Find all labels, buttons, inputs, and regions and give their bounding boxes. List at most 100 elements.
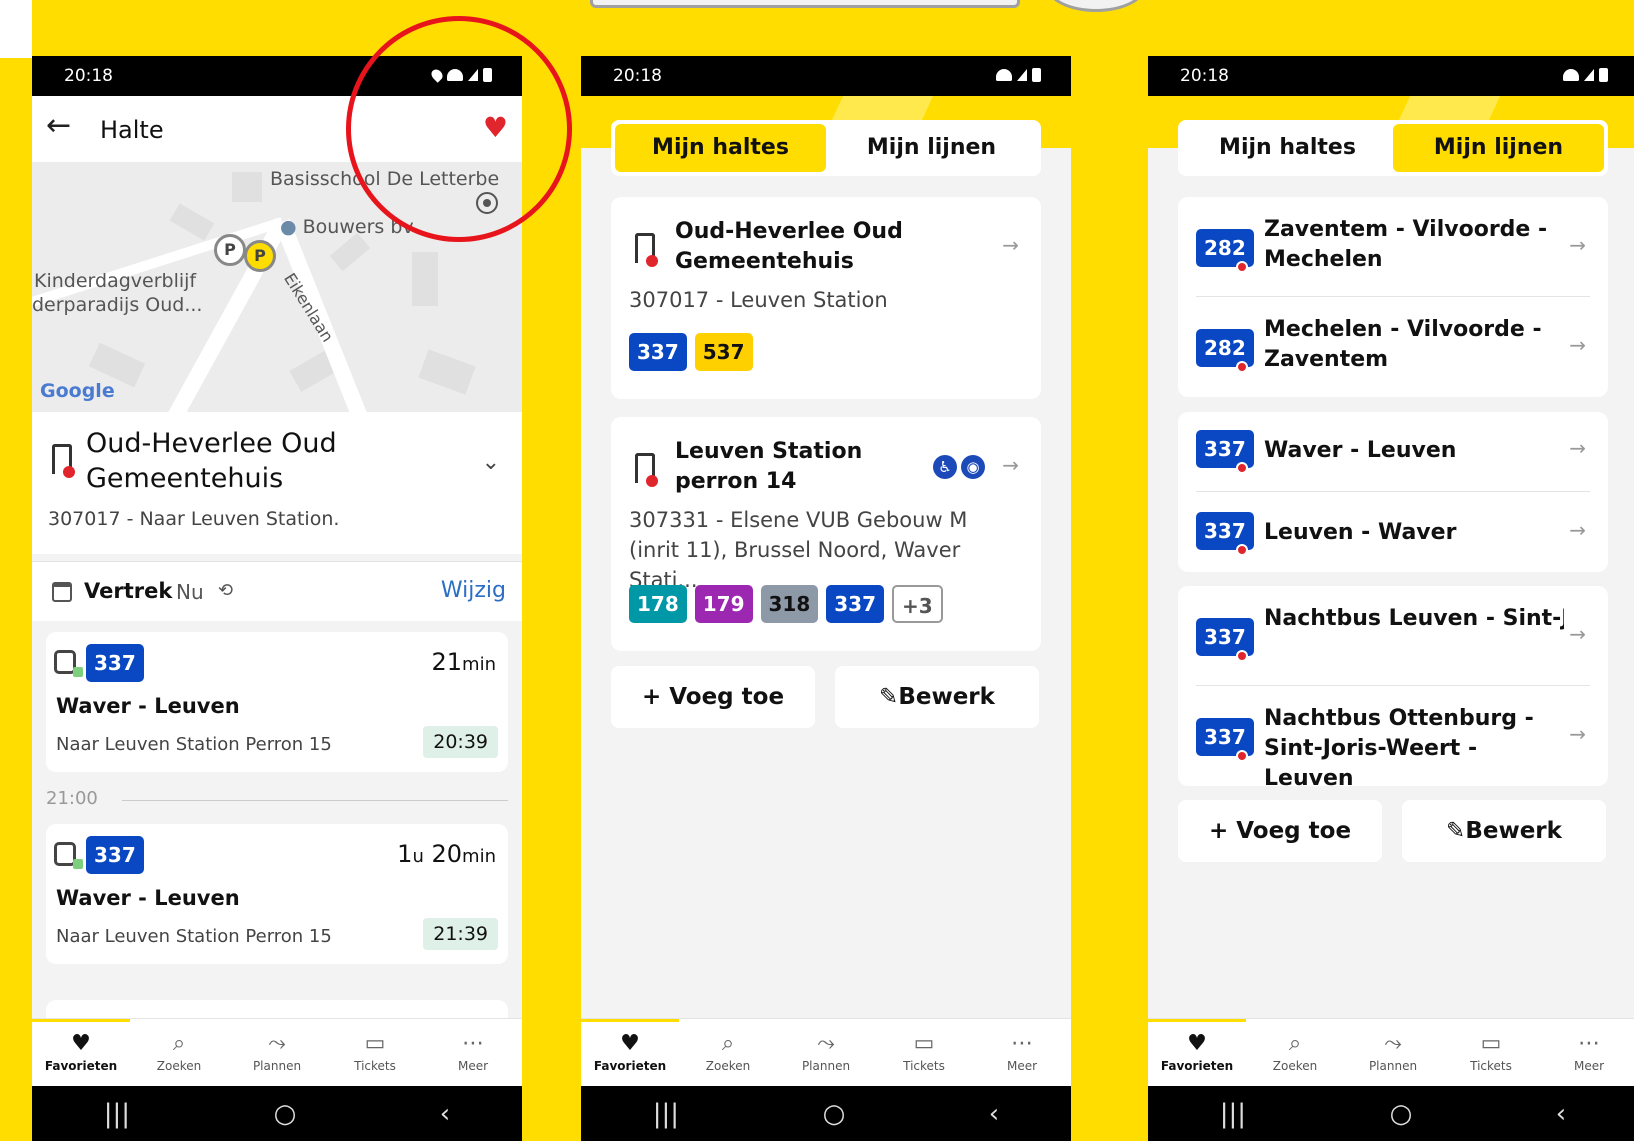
minutes-unit: min xyxy=(462,846,496,867)
nav-plannen[interactable]: ⤳ Plannen xyxy=(777,1019,875,1086)
nav-label: Meer xyxy=(1573,1059,1605,1073)
phone-my-stops: 20:18 Mijn haltes Mijn lijnen Oud-Heverl… xyxy=(581,56,1071,1141)
favorite-line-row[interactable]: 337 Waver - Leuven → xyxy=(1196,412,1590,492)
departure-card[interactable]: 337 21min Waver - Leuven Naar Leuven Sta… xyxy=(46,632,508,772)
line-badges: 337 537 xyxy=(629,333,753,371)
wijzig-link[interactable]: Wijzig xyxy=(441,578,506,603)
favorite-line-row[interactable]: 282 Zaventem - Vilvoorde - Mechelen → xyxy=(1196,197,1590,297)
arrow-right-icon: → xyxy=(1002,453,1019,477)
departure-time-row: Vertrek Nu ⟲ Wijzig xyxy=(32,561,522,621)
plus-icon: + xyxy=(1208,818,1237,844)
nav-zoeken[interactable]: ⌕ Zoeken xyxy=(679,1019,777,1086)
more-lines-badge[interactable]: +3 xyxy=(892,585,943,623)
heart-icon: ♥ xyxy=(71,1031,91,1056)
stop-name: Leuven Station perron 14 xyxy=(675,439,863,494)
add-label: Voeg toe xyxy=(1236,818,1352,844)
line-badge: 337 xyxy=(86,836,144,874)
nav-meer[interactable]: ⋯ Meer xyxy=(1540,1019,1634,1086)
favorite-line-row[interactable]: 337 Nachtbus Ottenburg - Sint-Joris-Weer… xyxy=(1196,686,1590,791)
nav-plannen[interactable]: ⤳ Plannen xyxy=(228,1019,326,1086)
nav-zoeken[interactable]: ⌕ Zoeken xyxy=(130,1019,228,1086)
recent-apps-icon[interactable]: ||| xyxy=(653,1099,679,1129)
nav-meer[interactable]: ⋯ Meer xyxy=(424,1019,522,1086)
nav-label: Tickets xyxy=(1470,1059,1512,1073)
top-decoration xyxy=(590,0,1020,8)
hour-separator: 21:00 xyxy=(46,788,508,812)
phone-my-lines: 20:18 Mijn haltes Mijn lijnen 282 Zavent… xyxy=(1148,56,1634,1141)
nav-label: Meer xyxy=(1006,1059,1038,1073)
add-stop-button[interactable]: + Voeg toe xyxy=(611,666,815,728)
line-badge: 318 xyxy=(760,585,819,623)
back-icon[interactable]: ‹ xyxy=(1556,1099,1566,1129)
arrow-right-icon: → xyxy=(1569,233,1586,257)
departure-card[interactable]: 337 1u 20min Waver - Leuven Naar Leuven … xyxy=(46,824,508,964)
recent-apps-icon[interactable]: ||| xyxy=(104,1099,130,1129)
line-badge: 537 xyxy=(694,333,753,371)
nav-favorieten[interactable]: ♥ Favorieten xyxy=(1148,1019,1246,1086)
nav-tickets[interactable]: ▭ Tickets xyxy=(875,1019,973,1086)
add-label: Voeg toe xyxy=(669,684,785,710)
vertrek-label: Vertrek xyxy=(84,579,173,603)
favorite-line-row[interactable]: 282 Mechelen - Vilvoorde - Zaventem → xyxy=(1196,297,1590,397)
route-icon: ⤳ xyxy=(1384,1031,1402,1056)
system-navigation: ||| ○ ‹ xyxy=(581,1086,1071,1141)
edit-button[interactable]: ✎Bewerk xyxy=(1402,800,1606,862)
add-line-button[interactable]: + Voeg toe xyxy=(1178,800,1382,862)
segment-control: Mijn haltes Mijn lijnen xyxy=(1178,120,1608,176)
favorite-line-row[interactable]: 337 Leuven - Waver → xyxy=(1196,492,1590,572)
nav-plannen[interactable]: ⤳ Plannen xyxy=(1344,1019,1442,1086)
nav-favorieten[interactable]: ♥ Favorieten xyxy=(581,1019,679,1086)
bus-stop-icon xyxy=(635,233,658,267)
signal-icon xyxy=(1017,69,1027,81)
tab-mijn-lijnen[interactable]: Mijn lijnen xyxy=(1393,124,1604,172)
refresh-icon[interactable]: ⟲ xyxy=(218,580,233,601)
status-bar: 20:18 xyxy=(581,56,1071,96)
nav-zoeken[interactable]: ⌕ Zoeken xyxy=(1246,1019,1344,1086)
stop-marker-selected-icon[interactable]: P xyxy=(244,240,276,272)
favorite-stop-card[interactable]: Leuven Station perron 14 ♿ ◉ → 307331 - … xyxy=(611,417,1041,651)
bottom-navigation: ♥ Favorieten ⌕ Zoeken ⤳ Plannen ▭ Tickets ⋯ M… xyxy=(1148,1018,1634,1086)
bus-icon xyxy=(54,842,83,869)
line-badge: 337 xyxy=(629,333,687,371)
minutes-value: 21 xyxy=(431,648,463,676)
departure-direction: Waver - Leuven xyxy=(56,694,240,718)
home-icon[interactable]: ○ xyxy=(823,1099,846,1129)
recent-apps-icon[interactable]: ||| xyxy=(1220,1099,1246,1129)
home-icon[interactable]: ○ xyxy=(1390,1099,1413,1129)
nav-favorieten[interactable]: ♥ Favorieten xyxy=(32,1019,130,1086)
stop-name: Oud-Heverlee Oud Gemeentehuis xyxy=(86,428,337,494)
bottom-navigation: ♥ Favorieten ⌕ Zoeken ⤳ Plannen ▭ Tickets ⋯ M… xyxy=(581,1018,1071,1086)
arrow-right-icon: → xyxy=(1569,518,1586,542)
favorite-line-row[interactable]: 337 Nachtbus Leuven - Sint-Joris-Weert -… xyxy=(1196,586,1590,686)
bottom-navigation: ♥ Favorieten ⌕ Zoeken ⤳ Plannen ▭ Tickets ⋯ M… xyxy=(32,1018,522,1086)
edit-button[interactable]: ✎Bewerk xyxy=(835,666,1039,728)
ticket-icon: ▭ xyxy=(913,1031,935,1056)
nav-meer[interactable]: ⋯ Meer xyxy=(973,1019,1071,1086)
heart-icon: ♥ xyxy=(620,1031,640,1056)
page-title: Halte xyxy=(100,116,164,144)
favorite-stop-card[interactable]: Oud-Heverlee Oud Gemeentehuis → 307017 -… xyxy=(611,197,1041,399)
stop-info-panel[interactable]: Oud-Heverlee Oud Gemeentehuis ⌄ 307017 -… xyxy=(32,412,522,554)
back-arrow-icon[interactable]: ← xyxy=(46,110,71,142)
nav-tickets[interactable]: ▭ Tickets xyxy=(326,1019,424,1086)
back-icon[interactable]: ‹ xyxy=(989,1099,999,1129)
home-icon[interactable]: ○ xyxy=(274,1099,297,1129)
tab-mijn-haltes[interactable]: Mijn haltes xyxy=(1182,124,1393,172)
favorite-heart-icon xyxy=(1236,750,1248,762)
chevron-down-icon[interactable]: ⌄ xyxy=(482,450,500,475)
more-icon: ⋯ xyxy=(462,1031,484,1056)
line-name: Waver - Leuven xyxy=(1264,438,1457,463)
back-icon[interactable]: ‹ xyxy=(440,1099,450,1129)
minutes-until: 1u 20min xyxy=(397,840,496,868)
nav-label: Favorieten xyxy=(1160,1059,1234,1073)
line-name: Zaventem - Vilvoorde - Mechelen xyxy=(1264,217,1548,272)
favorite-heart-icon xyxy=(1236,361,1248,373)
nav-tickets[interactable]: ▭ Tickets xyxy=(1442,1019,1540,1086)
stop-marker-icon[interactable]: P xyxy=(214,234,246,266)
tab-mijn-lijnen[interactable]: Mijn lijnen xyxy=(826,124,1037,172)
search-icon: ⌕ xyxy=(1288,1031,1302,1056)
line-badge: 337 xyxy=(86,644,144,682)
tab-mijn-haltes[interactable]: Mijn haltes xyxy=(615,124,826,172)
departure-time: 21:39 xyxy=(423,918,498,950)
map-label-kinderdag: Kinderdagverblijf xyxy=(34,270,197,292)
